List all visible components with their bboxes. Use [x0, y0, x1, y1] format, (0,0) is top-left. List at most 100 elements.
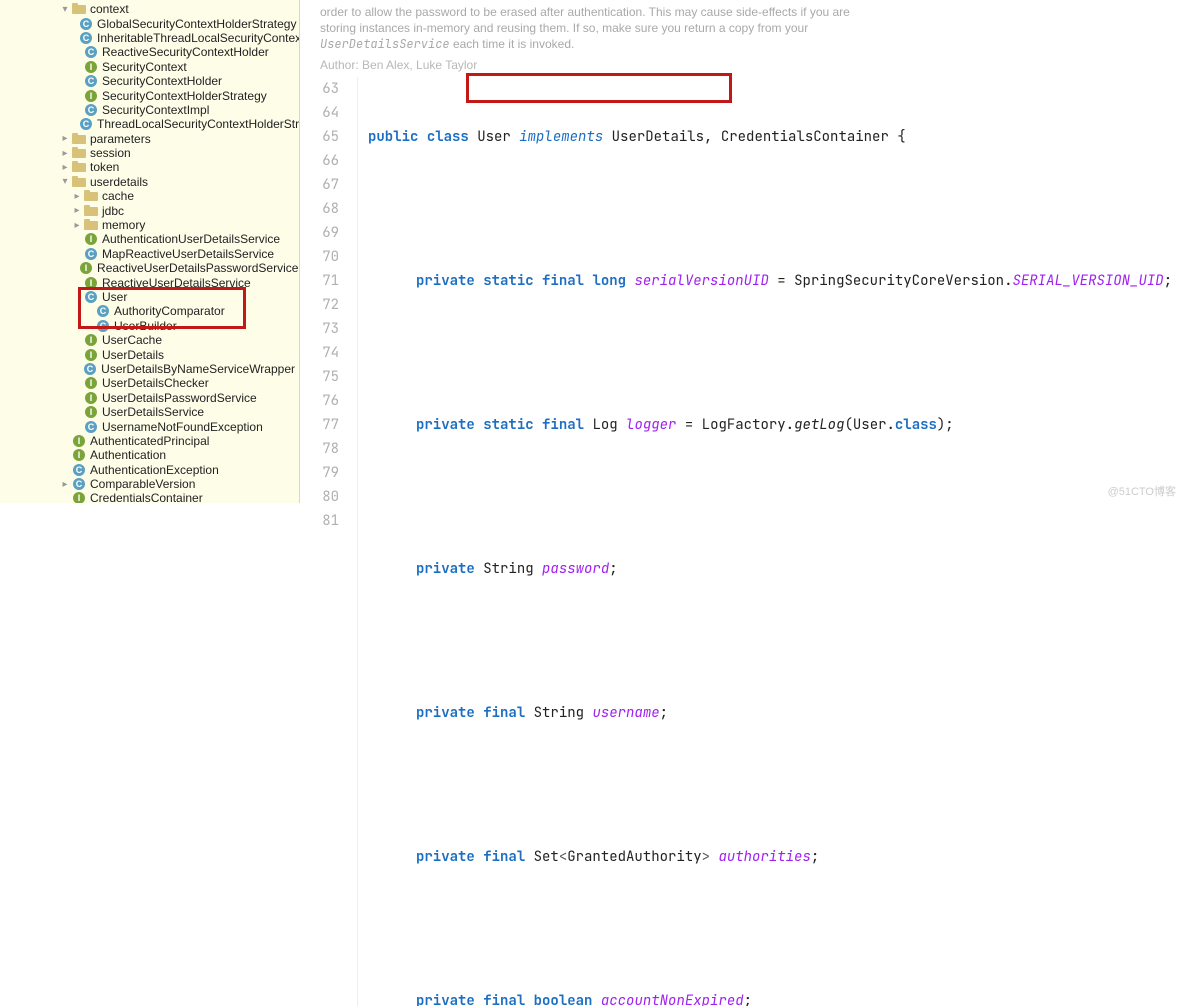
- code-line[interactable]: [368, 773, 1172, 797]
- tree-node[interactable]: ▸IAuthentication: [0, 448, 299, 462]
- class-icon: C: [72, 463, 86, 477]
- code-line[interactable]: private String password;: [368, 557, 1172, 581]
- svg-text:C: C: [76, 479, 83, 489]
- chevron-right-icon[interactable]: ▸: [72, 220, 82, 230]
- tree-node-label: userdetails: [90, 175, 148, 189]
- tree-node[interactable]: ▸IUserDetailsChecker: [0, 376, 299, 390]
- tree-node[interactable]: ▸CSecurityContextHolder: [0, 74, 299, 88]
- line-number: 81: [300, 509, 339, 533]
- tree-node-label: AuthenticationUserDetailsService: [102, 232, 280, 246]
- code-line[interactable]: private static final Log logger = LogFac…: [368, 413, 1172, 437]
- code-line[interactable]: [368, 629, 1172, 653]
- tree-node[interactable]: ▸IReactiveUserDetailsService: [0, 275, 299, 289]
- svg-text:C: C: [87, 364, 94, 374]
- tree-node[interactable]: ▸CUser: [0, 290, 299, 304]
- svg-text:C: C: [100, 321, 107, 331]
- tree-node[interactable]: ▸CAuthenticationException: [0, 463, 299, 477]
- code-line[interactable]: private static final long serialVersionU…: [368, 269, 1172, 293]
- project-tree-sidebar[interactable]: ▾context▸CGlobalSecurityContextHolderStr…: [0, 0, 300, 503]
- code-line[interactable]: private final String username;: [368, 701, 1172, 725]
- chevron-right-icon[interactable]: ▸: [60, 479, 70, 489]
- tree-node[interactable]: ▸CInheritableThreadLocalSecurityContextH…: [0, 31, 299, 45]
- tree-node[interactable]: ▸CMapReactiveUserDetailsService: [0, 247, 299, 261]
- svg-text:I: I: [78, 450, 81, 460]
- tree-node-label: SecurityContext: [102, 60, 187, 74]
- tree-node-label: Authentication: [90, 448, 166, 462]
- code-line[interactable]: private final boolean accountNonExpired;: [368, 989, 1172, 1006]
- tree-node[interactable]: ▾ context: [0, 2, 299, 16]
- class-icon: C: [84, 420, 98, 434]
- tree-node-label: context: [90, 2, 129, 16]
- svg-text:C: C: [88, 105, 95, 115]
- svg-text:C: C: [88, 76, 95, 86]
- tree-node[interactable]: ▸CSecurityContextImpl: [0, 103, 299, 117]
- chevron-right-icon[interactable]: ▸: [72, 191, 82, 201]
- line-number: 69: [300, 221, 339, 245]
- chevron-right-icon[interactable]: ▸: [72, 206, 82, 216]
- class-icon: C: [79, 17, 93, 31]
- tree-node[interactable]: ▸session: [0, 146, 299, 160]
- tree-node[interactable]: ▸CThreadLocalSecurityContextHolderStrate…: [0, 117, 299, 131]
- code-line[interactable]: [368, 485, 1172, 509]
- tree-node-label: MapReactiveUserDetailsService: [102, 247, 274, 261]
- interface-icon: I: [84, 89, 98, 103]
- javadoc-line: order to allow the password to be erased…: [320, 4, 1164, 20]
- tree-node-label: ReactiveUserDetailsService: [102, 276, 251, 290]
- tree-node-label: CredentialsContainer: [90, 491, 203, 503]
- line-number: 68: [300, 197, 339, 221]
- tree-node[interactable]: ▸CUserDetailsByNameServiceWrapper: [0, 362, 299, 376]
- tree-node[interactable]: ▸IUserDetailsPasswordService: [0, 391, 299, 405]
- code-editor[interactable]: order to allow the password to be erased…: [300, 0, 1184, 503]
- tree-node-label: UsernameNotFoundException: [102, 420, 263, 434]
- line-number: 71: [300, 269, 339, 293]
- chevron-down-icon[interactable]: ▾: [60, 4, 70, 14]
- code-line[interactable]: [368, 197, 1172, 221]
- tree-node[interactable]: ▸IAuthenticatedPrincipal: [0, 434, 299, 448]
- code-body[interactable]: public class User implements UserDetails…: [358, 77, 1172, 1006]
- interface-icon: I: [84, 60, 98, 74]
- tree-node[interactable]: ▸CUserBuilder: [0, 319, 299, 333]
- javadoc-author: Author: Ben Alex, Luke Taylor: [320, 57, 1164, 73]
- svg-text:C: C: [83, 119, 90, 129]
- tree-node[interactable]: ▸IUserCache: [0, 333, 299, 347]
- chevron-right-icon[interactable]: ▸: [60, 134, 70, 144]
- tree-node[interactable]: ▸ISecurityContext: [0, 60, 299, 74]
- tree-node[interactable]: ▸ jdbc: [0, 203, 299, 217]
- tree-node[interactable]: ▸IUserDetails: [0, 347, 299, 361]
- svg-text:I: I: [90, 91, 93, 101]
- tree-node[interactable]: ▸IReactiveUserDetailsPasswordService: [0, 261, 299, 275]
- tree-node-label: jdbc: [102, 204, 124, 218]
- tree-node[interactable]: ▸IAuthenticationUserDetailsService: [0, 232, 299, 246]
- class-icon: C: [96, 319, 110, 333]
- code-line[interactable]: [368, 917, 1172, 941]
- code-area[interactable]: 63646566676869707172737475767778798081 p…: [300, 77, 1184, 1006]
- svg-text:I: I: [90, 335, 93, 345]
- code-line[interactable]: public class User implements UserDetails…: [368, 125, 1172, 149]
- tree-node[interactable]: ▸ICredentialsContainer: [0, 491, 299, 503]
- code-line[interactable]: private final Set<GrantedAuthority> auth…: [368, 845, 1172, 869]
- tree-node[interactable]: ▸parameters: [0, 132, 299, 146]
- tree-node[interactable]: ▸IUserDetailsService: [0, 405, 299, 419]
- tree-node[interactable]: ▸CComparableVersion: [0, 477, 299, 491]
- tree-node[interactable]: ▸cache: [0, 189, 299, 203]
- class-icon: C: [84, 45, 98, 59]
- tree-node-label: memory: [102, 218, 145, 232]
- tree-node[interactable]: ▸CGlobalSecurityContextHolderStrategy: [0, 16, 299, 30]
- tree-node[interactable]: ▸token: [0, 160, 299, 174]
- tree-node-label: GlobalSecurityContextHolderStrategy: [97, 17, 296, 31]
- class-icon: C: [84, 103, 98, 117]
- interface-icon: I: [72, 448, 86, 462]
- tree-node[interactable]: ▸CReactiveSecurityContextHolder: [0, 45, 299, 59]
- tree-node[interactable]: ▸ISecurityContextHolderStrategy: [0, 88, 299, 102]
- tree-node[interactable]: ▾ userdetails: [0, 175, 299, 189]
- line-number: 76: [300, 389, 339, 413]
- tree-node[interactable]: ▸ memory: [0, 218, 299, 232]
- chevron-right-icon[interactable]: ▸: [60, 148, 70, 158]
- code-line[interactable]: [368, 341, 1172, 365]
- tree-node-label: AuthorityComparator: [114, 304, 225, 318]
- chevron-down-icon[interactable]: ▾: [60, 177, 70, 187]
- chevron-right-icon[interactable]: ▸: [60, 162, 70, 172]
- tree-node[interactable]: ▸CUsernameNotFoundException: [0, 419, 299, 433]
- tree-node[interactable]: ▸CAuthorityComparator: [0, 304, 299, 318]
- tree-node-label: ReactiveSecurityContextHolder: [102, 45, 269, 59]
